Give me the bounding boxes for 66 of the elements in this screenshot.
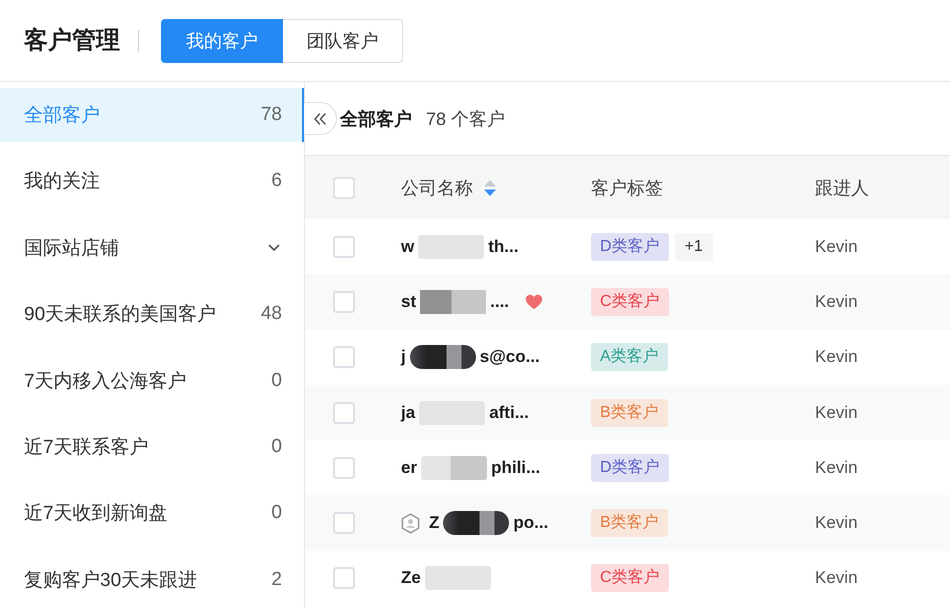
item-count: 48 <box>260 303 282 326</box>
company-name-text[interactable]: po... <box>513 513 548 534</box>
sidebar-item[interactable]: 我的关注 6 <box>0 154 304 208</box>
list-title: 全部客户 <box>340 108 412 130</box>
row-checkbox[interactable] <box>333 290 355 313</box>
sidebar-item[interactable]: 90天未联系的美国客户 48 <box>0 287 304 342</box>
page-title: 客户管理 <box>24 26 120 56</box>
table-row[interactable]: st .... C类客户 Kevin <box>305 274 950 330</box>
row-checkbox[interactable] <box>333 512 355 534</box>
column-header[interactable]: 公司名称 <box>401 176 473 200</box>
customer-tag: C类客户 <box>591 564 669 592</box>
company-name-text[interactable]: Ze <box>401 568 421 588</box>
item-count: 78 <box>260 104 282 126</box>
item-count: 6 <box>271 170 282 192</box>
sidebar-item[interactable]: 近7天联系客户 0 <box>0 420 304 474</box>
tab[interactable]: 我的客户 <box>161 18 283 62</box>
owner-name: Kevin <box>815 513 858 534</box>
row-checkbox[interactable] <box>333 346 355 368</box>
sort-icon[interactable] <box>483 178 497 196</box>
company-name-text[interactable]: s@co... <box>480 347 540 368</box>
tab[interactable]: 团队客户 <box>283 18 403 62</box>
table-row[interactable]: Z po... B类客户 Kevin <box>305 495 950 551</box>
company-name-text[interactable]: th... <box>488 236 518 257</box>
column-header[interactable]: 客户标签 <box>591 176 663 200</box>
owner-name: Kevin <box>815 347 858 368</box>
sidebar-item[interactable]: 近7天收到新询盘 0 <box>0 486 304 540</box>
customer-tag: A类客户 <box>591 343 668 372</box>
customer-tag: C类客户 <box>591 288 669 316</box>
owner-name: Kevin <box>815 568 858 588</box>
sidebar-item[interactable]: 复购客户30天未跟进 2 <box>0 552 304 607</box>
company-name-text[interactable]: st <box>401 292 416 312</box>
company-name-text[interactable]: j <box>401 347 406 368</box>
table-row[interactable]: ja afti... B类客户 Kevin <box>305 384 950 440</box>
owner-name: Kevin <box>815 402 858 423</box>
row-checkbox[interactable] <box>333 567 355 590</box>
company-name-text[interactable]: afti... <box>489 402 529 423</box>
sidebar-item[interactable]: 7天内移入公海客户 0 <box>0 354 304 408</box>
row-checkbox[interactable] <box>333 402 355 424</box>
company-name-text[interactable]: ja <box>401 402 416 423</box>
company-name-text[interactable]: phili... <box>491 458 540 478</box>
item-count: 0 <box>271 502 282 524</box>
extra-tag-count[interactable]: +1 <box>674 232 713 261</box>
row-checkbox[interactable] <box>333 456 355 479</box>
customer-tag: B类客户 <box>591 509 668 538</box>
company-name-text[interactable]: .... <box>490 292 510 312</box>
item-count: 0 <box>271 436 282 458</box>
item-count: 2 <box>271 568 282 591</box>
collapse-sidebar-button[interactable] <box>304 102 337 135</box>
customer-tag: D类客户 <box>591 454 669 482</box>
owner-name: Kevin <box>815 292 858 312</box>
company-name-text[interactable]: er <box>401 458 418 478</box>
column-header[interactable]: 跟进人 <box>815 176 869 200</box>
double-chevron-left-icon <box>313 112 327 124</box>
sidebar-item[interactable]: 国际站店铺 <box>0 220 304 275</box>
select-all-checkbox[interactable] <box>333 176 355 198</box>
company-name-text[interactable]: Z <box>429 513 440 534</box>
row-checkbox[interactable] <box>333 236 355 258</box>
sidebar-item[interactable]: 全部客户 78 <box>0 88 304 142</box>
owner-name: Kevin <box>815 458 858 478</box>
heart-icon[interactable] <box>525 294 544 310</box>
item-count: 0 <box>271 370 282 392</box>
customer-tag: B类客户 <box>591 398 668 427</box>
owner-name: Kevin <box>815 236 858 257</box>
customer-count: 78 个客户 <box>426 108 506 130</box>
company-name-text[interactable]: w <box>401 236 414 257</box>
customer-tag: D类客户 <box>591 232 669 261</box>
